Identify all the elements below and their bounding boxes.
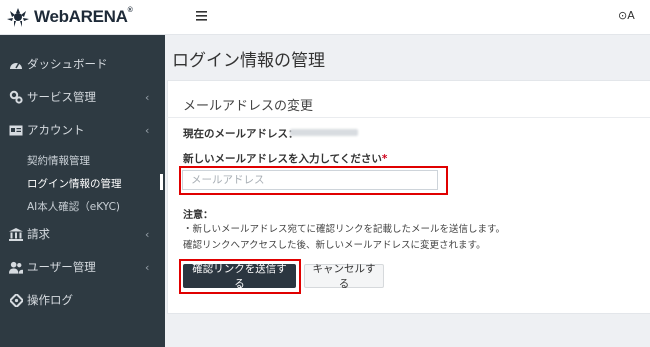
highlight-frame-input xyxy=(179,166,448,195)
brand-logo[interactable]: WebARENA® xyxy=(4,6,133,28)
new-email-label: 新しいメールアドレスを入力してください* xyxy=(183,153,388,165)
dashboard-icon xyxy=(9,57,23,71)
sidebar-item-account[interactable]: アカウント ‹ xyxy=(0,116,165,144)
sidebar-subitem-contract[interactable]: 契約情報管理 xyxy=(27,153,90,168)
sidebar-item-label: 操作ログ xyxy=(27,293,73,307)
sidebar-item-label: 請求 xyxy=(27,227,50,241)
note-line: 確認リンクへアクセスした後、新しいメールアドレスに変更されます。 xyxy=(183,240,486,251)
account-card-icon xyxy=(9,123,23,137)
current-email-value-redacted xyxy=(290,129,358,136)
sidebar-item-billing[interactable]: 請求 ‹ xyxy=(0,220,165,248)
sidebar-subitem-ekyc[interactable]: AI本人確認（eKYC) xyxy=(27,199,120,214)
note-line: ・新しいメールアドレス宛てに確認リンクを記載したメールを送信します。 xyxy=(183,224,506,235)
sidebar-item-users[interactable]: ユーザー管理 ‹ xyxy=(0,253,165,281)
top-bar: WebARENA® ⊙A xyxy=(0,0,650,35)
chevron-left-icon: ‹ xyxy=(145,123,150,137)
card-title: メールアドレスの変更 xyxy=(183,99,314,114)
webarena-logo-icon xyxy=(4,6,32,28)
sidebar-subitem-login-info[interactable]: ログイン情報の管理 xyxy=(27,176,122,191)
sidebar-item-operation-log[interactable]: 操作ログ xyxy=(0,286,165,314)
sidebar-item-label: アカウント xyxy=(27,123,85,137)
users-icon xyxy=(9,260,23,274)
active-indicator xyxy=(160,174,163,190)
required-mark: * xyxy=(381,153,388,165)
user-menu[interactable]: ⊙A xyxy=(618,9,635,22)
note-title: 注意： xyxy=(183,210,213,221)
highlight-frame-button xyxy=(179,259,301,294)
cancel-button[interactable]: キャンセルする xyxy=(304,263,384,290)
chevron-left-icon: ‹ xyxy=(145,90,150,104)
brand-name: WebARENA® xyxy=(34,7,133,26)
sidebar-item-label: ダッシュボード xyxy=(27,57,108,71)
chevron-left-icon: ‹ xyxy=(145,260,150,274)
sidebar-item-label: ユーザー管理 xyxy=(27,260,96,274)
current-email-label: 現在のメールアドレス： xyxy=(183,128,299,140)
bank-icon xyxy=(9,227,23,241)
services-icon xyxy=(9,90,23,104)
diamond-icon xyxy=(9,293,23,307)
sidebar: ダッシュボード サービス管理 ‹ アカウント ‹ 契約情報管理 ログイン情報の管… xyxy=(0,35,165,347)
divider xyxy=(167,117,650,118)
sidebar-item-dashboard[interactable]: ダッシュボード xyxy=(0,50,165,78)
chevron-left-icon: ‹ xyxy=(145,227,150,241)
hamburger-icon[interactable] xyxy=(196,9,207,25)
sidebar-item-label: サービス管理 xyxy=(27,90,96,104)
sidebar-item-services[interactable]: サービス管理 ‹ xyxy=(0,83,165,111)
page-title: ログイン情報の管理 xyxy=(172,51,325,71)
